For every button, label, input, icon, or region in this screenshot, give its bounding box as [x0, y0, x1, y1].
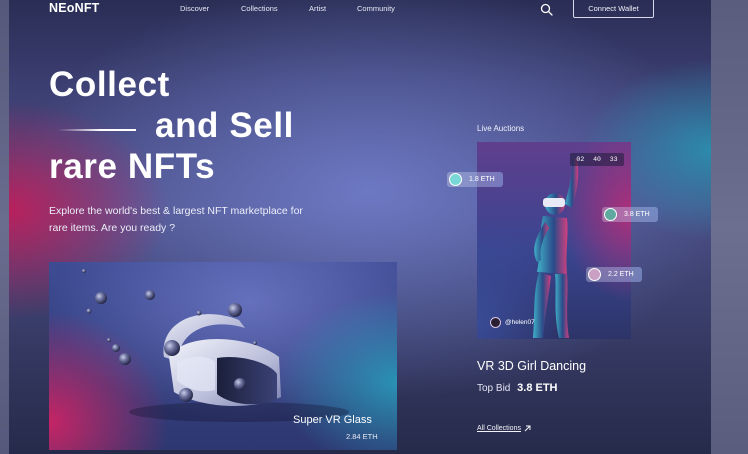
- auction-timer: 02 40 33: [570, 153, 624, 166]
- bidder-avatar: [449, 173, 462, 186]
- top-bid-value: 3.8 ETH: [517, 382, 558, 394]
- top-bid-label: Top Bid: [477, 383, 511, 394]
- hero-divider: [58, 129, 136, 131]
- bid-badge[interactable]: 1.8 ETH: [447, 172, 503, 187]
- timer-minutes: 40: [593, 156, 601, 163]
- bid-amount: 1.8 ETH: [469, 176, 495, 183]
- bid-badge[interactable]: 3.8 ETH: [602, 207, 658, 222]
- featured-title: Super VR Glass: [293, 414, 372, 426]
- timer-hours: 02: [576, 156, 585, 163]
- bid-badge[interactable]: 2.2 ETH: [586, 267, 642, 282]
- bidder-avatar: [604, 208, 617, 221]
- nav-discover[interactable]: Discover: [180, 4, 209, 13]
- bidder-avatar: [588, 268, 601, 281]
- auction-title: VR 3D Girl Dancing: [477, 359, 587, 373]
- logo[interactable]: NEoNFT: [49, 1, 100, 15]
- left-frame: [0, 0, 9, 454]
- all-collections-link[interactable]: All Collections: [477, 425, 531, 432]
- hero-title-line1: Collect: [49, 65, 170, 104]
- connect-wallet-button[interactable]: Connect Wallet: [573, 0, 654, 18]
- all-collections-label: All Collections: [477, 425, 521, 432]
- right-frame: [711, 0, 748, 454]
- owner-handle: @helen07: [505, 319, 535, 326]
- search-icon[interactable]: [540, 3, 553, 16]
- arrow-up-right-icon: [524, 425, 531, 432]
- nav-collections[interactable]: Collections: [241, 4, 278, 13]
- bid-amount: 3.8 ETH: [624, 211, 650, 218]
- nav-artist[interactable]: Artist: [309, 4, 326, 13]
- live-auctions-label: Live Auctions: [477, 124, 525, 133]
- owner-tag[interactable]: @helen07: [486, 317, 535, 328]
- hero-subtitle: Explore the world's best & largest NFT m…: [49, 205, 303, 234]
- top-bid: Top Bid 3.8 ETH: [477, 382, 558, 394]
- bid-amount: 2.2 ETH: [608, 271, 634, 278]
- nav-community[interactable]: Community: [357, 4, 395, 13]
- featured-price: 2.84 ETH: [346, 432, 378, 441]
- hero-title-line2: and Sell: [155, 106, 295, 145]
- timer-seconds: 33: [609, 156, 618, 163]
- owner-avatar: [490, 317, 501, 328]
- hero-title-line3: rare NFTs: [49, 147, 216, 186]
